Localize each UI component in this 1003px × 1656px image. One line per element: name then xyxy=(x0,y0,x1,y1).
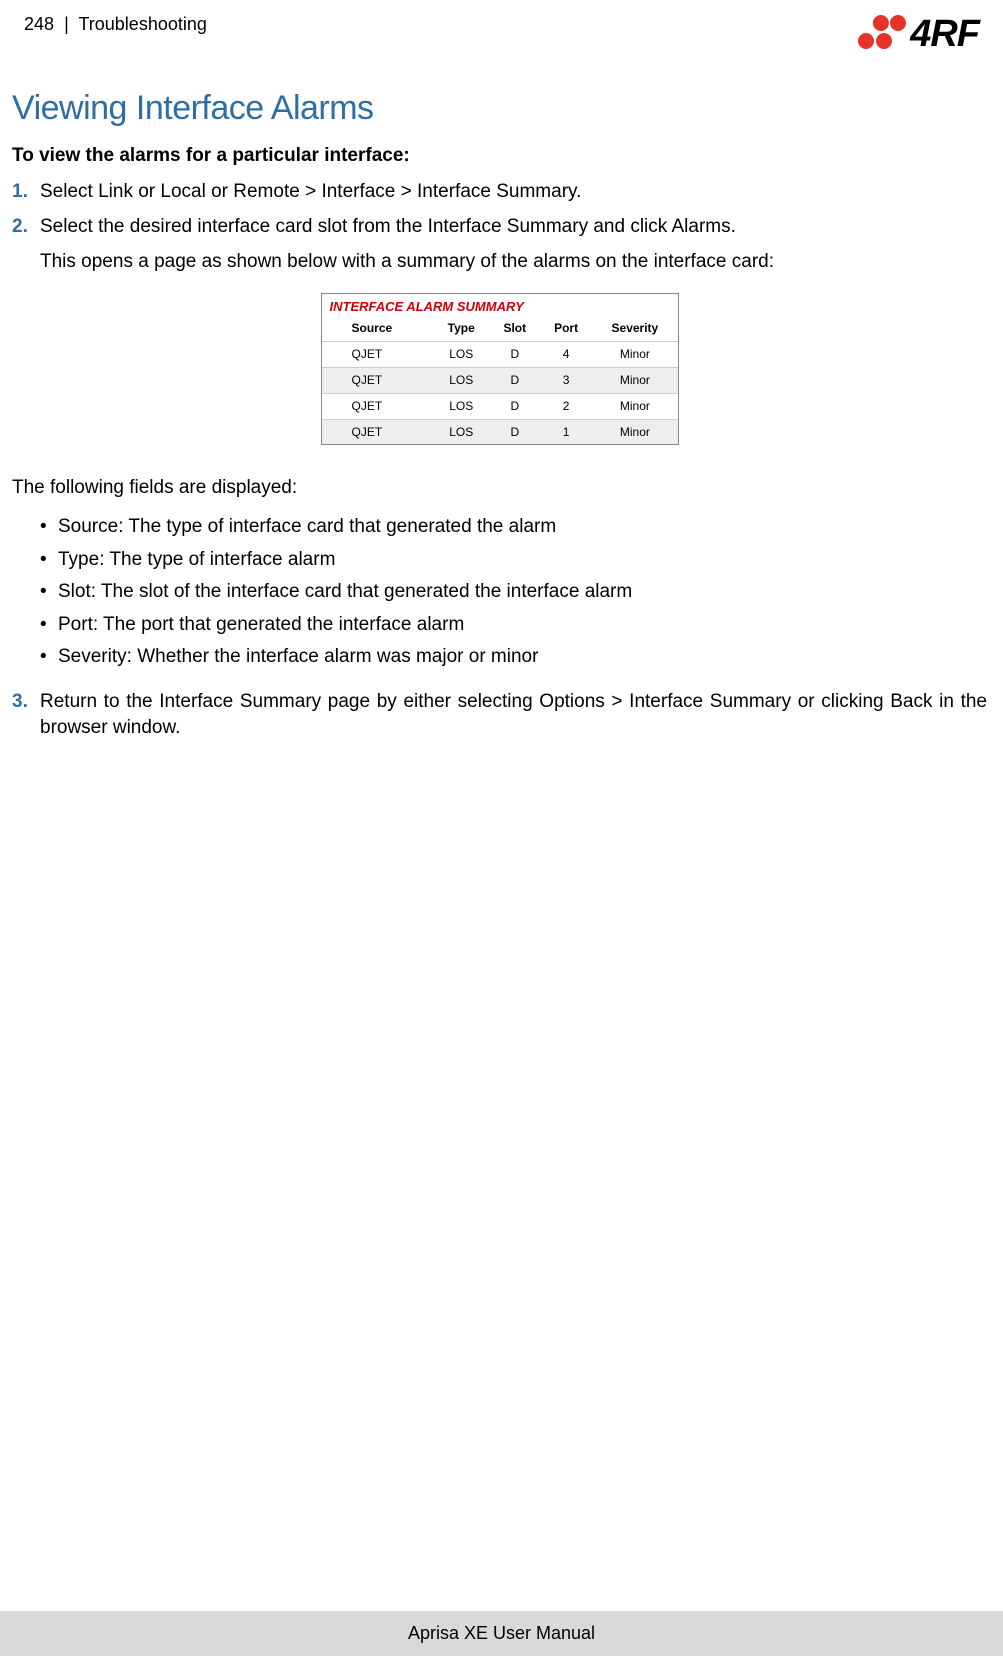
fields-list: Source: The type of interface card that … xyxy=(12,514,987,671)
cell-severity: Minor xyxy=(592,393,677,419)
cell-port: 1 xyxy=(540,419,592,444)
table-row: QJET LOS D 3 Minor xyxy=(322,367,678,393)
cell-type: LOS xyxy=(433,367,490,393)
step-number: 3. xyxy=(12,689,40,742)
intro-line: To view the alarms for a particular inte… xyxy=(12,143,987,170)
alarm-summary-table: Source Type Slot Port Severity QJET LOS … xyxy=(322,318,678,444)
step-number: 2. xyxy=(12,214,40,241)
cell-source: QJET xyxy=(322,393,433,419)
alarm-summary-panel: INTERFACE ALARM SUMMARY Source Type Slot… xyxy=(321,293,679,445)
brand-logo: 4RF xyxy=(858,8,979,61)
list-item: Type: The type of interface alarm xyxy=(40,547,987,574)
logo-dots-icon xyxy=(858,15,906,55)
col-port: Port xyxy=(540,318,592,341)
page-title: Viewing Interface Alarms xyxy=(12,85,987,133)
content: Viewing Interface Alarms To view the ala… xyxy=(0,61,1003,742)
col-slot: Slot xyxy=(490,318,540,341)
cell-slot: D xyxy=(490,367,540,393)
cell-type: LOS xyxy=(433,393,490,419)
cell-severity: Minor xyxy=(592,367,677,393)
table-row: QJET LOS D 1 Minor xyxy=(322,419,678,444)
cell-slot: D xyxy=(490,342,540,368)
step-text: Select the desired interface card slot f… xyxy=(40,214,987,241)
step-number: 1. xyxy=(12,179,40,206)
header-left: 248 | Troubleshooting xyxy=(24,8,207,37)
col-severity: Severity xyxy=(592,318,677,341)
steps-list: 1. Select Link or Local or Remote > Inte… xyxy=(12,179,987,240)
page-footer: Aprisa XE User Manual xyxy=(0,1611,1003,1656)
col-source: Source xyxy=(322,318,433,341)
list-item: Port: The port that generated the interf… xyxy=(40,612,987,639)
col-type: Type xyxy=(433,318,490,341)
fields-intro: The following fields are displayed: xyxy=(12,475,987,502)
brand-text: 4RF xyxy=(910,8,979,61)
section-name: Troubleshooting xyxy=(78,14,206,34)
table-row: QJET LOS D 4 Minor xyxy=(322,342,678,368)
cell-source: QJET xyxy=(322,367,433,393)
step-3: 3. Return to the Interface Summary page … xyxy=(12,689,987,742)
steps-list-continued: 3. Return to the Interface Summary page … xyxy=(12,689,987,742)
table-row: QJET LOS D 2 Minor xyxy=(322,393,678,419)
cell-type: LOS xyxy=(433,419,490,444)
cell-port: 4 xyxy=(540,342,592,368)
alarm-summary-title: INTERFACE ALARM SUMMARY xyxy=(322,294,678,318)
cell-type: LOS xyxy=(433,342,490,368)
step-text: Select Link or Local or Remote > Interfa… xyxy=(40,179,987,206)
cell-slot: D xyxy=(490,393,540,419)
header-separator: | xyxy=(59,14,78,34)
cell-port: 2 xyxy=(540,393,592,419)
list-item: Source: The type of interface card that … xyxy=(40,514,987,541)
list-item: Severity: Whether the interface alarm wa… xyxy=(40,644,987,671)
cell-source: QJET xyxy=(322,419,433,444)
page-number: 248 xyxy=(24,14,54,34)
cell-source: QJET xyxy=(322,342,433,368)
cell-severity: Minor xyxy=(592,342,677,368)
cell-severity: Minor xyxy=(592,419,677,444)
step-2-follow: This opens a page as shown below with a … xyxy=(40,249,987,276)
cell-port: 3 xyxy=(540,367,592,393)
cell-slot: D xyxy=(490,419,540,444)
step-text: Return to the Interface Summary page by … xyxy=(40,689,987,742)
page-header: 248 | Troubleshooting 4RF xyxy=(0,0,1003,61)
step-1: 1. Select Link or Local or Remote > Inte… xyxy=(12,179,987,206)
step-2: 2. Select the desired interface card slo… xyxy=(12,214,987,241)
table-header-row: Source Type Slot Port Severity xyxy=(322,318,678,341)
list-item: Slot: The slot of the interface card tha… xyxy=(40,579,987,606)
